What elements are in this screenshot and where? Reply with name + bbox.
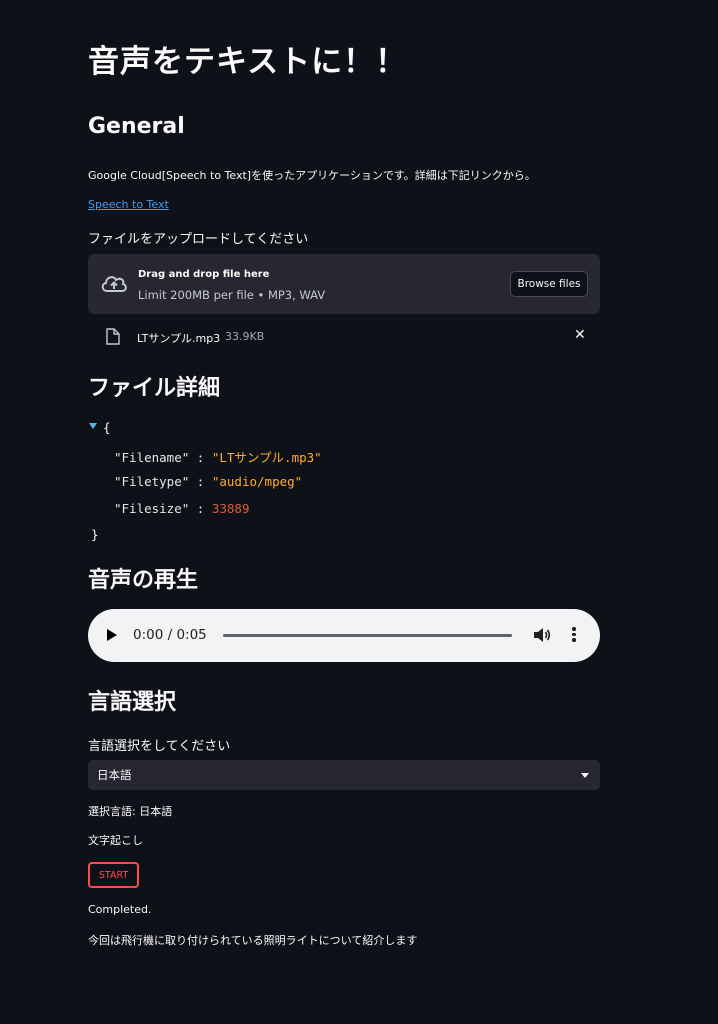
json-open-brace: {: [103, 420, 111, 435]
json-viewer: { "Filename" : "LTサンプル.mp3" "Filetype" :…: [88, 420, 600, 550]
language-label: 言語選択をしてください: [88, 739, 231, 754]
remove-file-close-icon[interactable]: ✕: [574, 327, 586, 343]
json-value: "LTサンプル.mp3": [211, 450, 322, 465]
language-select-value: 日本語: [97, 768, 132, 782]
audio-seek-bar[interactable]: [223, 634, 512, 637]
chevron-down-icon: [581, 773, 589, 778]
uploaded-file-row: LTサンプル.mp3 33.9KB ✕: [88, 324, 600, 350]
selected-language-text: 選択言語: 日本語: [88, 805, 173, 818]
cloud-upload-icon: [101, 276, 127, 292]
status-text: Completed.: [88, 903, 152, 916]
more-options-icon[interactable]: [571, 627, 577, 643]
transcribe-label: 文字起こし: [88, 834, 143, 847]
play-icon[interactable]: [107, 629, 117, 641]
language-heading: 言語選択: [88, 690, 177, 715]
speech-to-text-link[interactable]: Speech to Text: [88, 198, 169, 211]
json-key: "Filename": [114, 450, 190, 465]
json-close-brace: }: [91, 527, 99, 542]
json-row: "Filesize" : 33889: [114, 501, 250, 516]
json-row: "Filename" : "LTサンプル.mp3": [114, 450, 322, 465]
volume-icon[interactable]: [533, 627, 551, 643]
dropzone-title: Drag and drop file here: [138, 269, 270, 280]
file-details-heading: ファイル詳細: [88, 376, 221, 401]
intro-text: Google Cloud[Speech to Text]を使ったアプリケーション…: [88, 169, 536, 182]
start-button[interactable]: START: [88, 862, 139, 888]
page-title: 音声をテキストに！！: [88, 44, 408, 80]
uploader-label: ファイルをアップロードしてください: [88, 232, 309, 247]
json-key: "Filesize": [114, 501, 190, 516]
collapse-caret-icon[interactable]: [89, 423, 97, 429]
audio-player: 0:00 / 0:05: [88, 609, 600, 662]
audio-heading: 音声の再生: [88, 568, 199, 593]
uploaded-file-name: LTサンプル.mp3: [137, 332, 221, 345]
audio-time: 0:00 / 0:05: [133, 627, 207, 643]
json-key: "Filetype": [114, 474, 190, 489]
dropzone-limit: Limit 200MB per file • MP3, WAV: [138, 288, 326, 302]
browse-files-button[interactable]: Browse files: [510, 271, 588, 297]
file-icon: [106, 328, 120, 345]
json-value: 33889: [211, 501, 250, 516]
transcription-result: 今回は飛行機に取り付けられている照明ライトについて紹介します: [88, 934, 418, 947]
language-select[interactable]: 日本語: [88, 760, 600, 790]
general-heading: General: [88, 114, 185, 139]
json-value: "audio/mpeg": [211, 474, 303, 489]
uploaded-file-size: 33.9KB: [225, 330, 265, 343]
json-row: "Filetype" : "audio/mpeg": [114, 474, 303, 489]
file-dropzone[interactable]: Drag and drop file here Limit 200MB per …: [88, 254, 600, 314]
